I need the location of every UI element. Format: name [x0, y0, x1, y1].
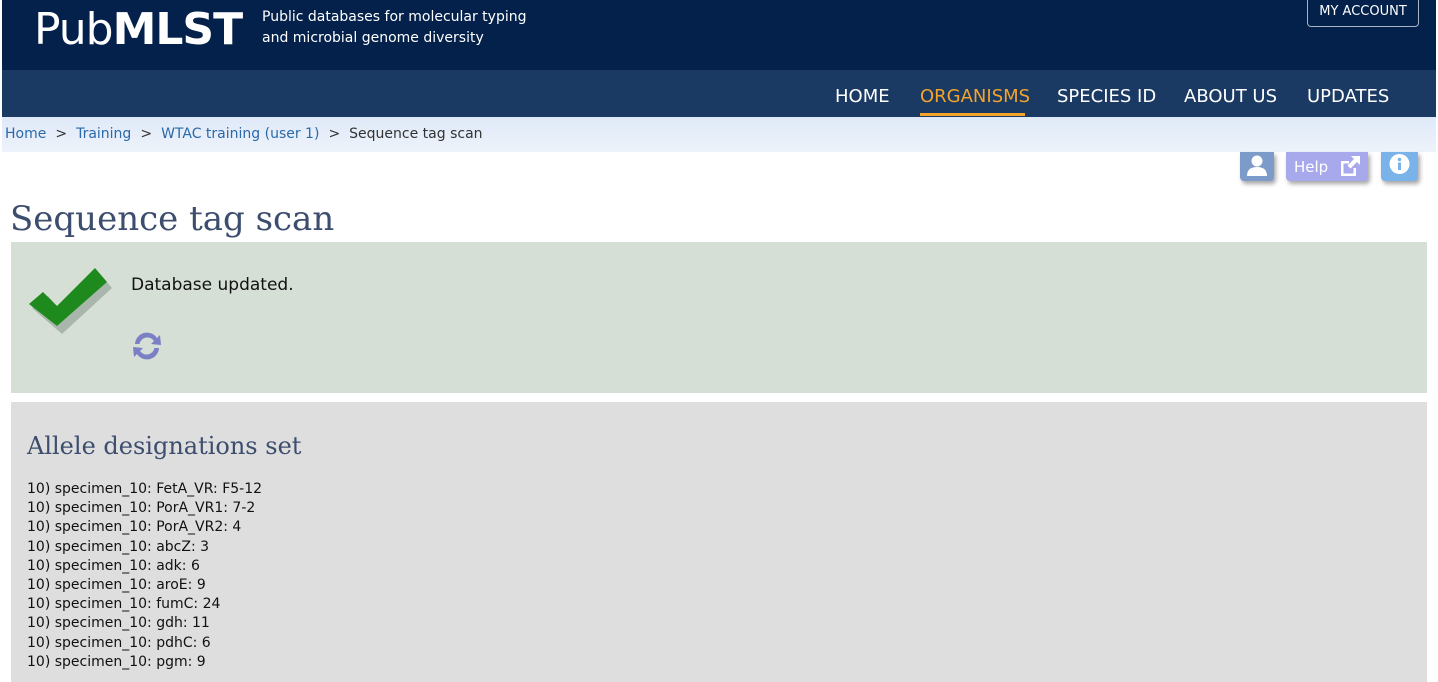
user-menu-button[interactable] — [1240, 152, 1274, 181]
list-item: 10) specimen_10: aroE: 9 — [27, 577, 206, 594]
logo-text-pub: Pub — [34, 4, 114, 55]
status-message: Database updated. — [131, 275, 294, 295]
nav-organisms[interactable]: ORGANISMS — [920, 86, 1030, 107]
breadcrumb: Home > Training > WTAC training (user 1) > Seq… — [5, 126, 483, 142]
tagline-line-1: Public databases for molecular typing — [262, 9, 527, 25]
designation-list: 10) specimen_10: FetA_VR: F5-12 10) spec… — [27, 480, 262, 672]
list-item: 10) specimen_10: fumC: 24 — [27, 596, 221, 613]
site-header: PubMLST Public databases for molecular t… — [2, 0, 1436, 70]
breadcrumb-separator: > — [55, 126, 68, 142]
pubmlst-logo[interactable]: PubMLST — [34, 4, 244, 55]
list-item: 10) specimen_10: gdh: 11 — [27, 615, 210, 632]
nav-species-id[interactable]: SPECIES ID — [1057, 86, 1156, 107]
list-item: 10) specimen_10: FetA_VR: F5-12 — [27, 481, 263, 497]
breadcrumb-home[interactable]: Home — [5, 126, 46, 142]
help-button[interactable]: Help — [1286, 152, 1368, 181]
breadcrumb-separator: > — [140, 126, 153, 142]
refresh-icon[interactable] — [129, 328, 165, 364]
nav-active-indicator — [920, 113, 1025, 116]
user-icon — [1247, 155, 1267, 176]
list-item: 10) specimen_10: PorA_VR1: 7-2 — [27, 500, 256, 517]
page-title: Sequence tag scan — [10, 198, 335, 239]
help-label: Help — [1294, 158, 1329, 176]
external-link-icon — [1341, 156, 1360, 176]
tagline-line-2: and microbial genome diversity — [262, 30, 484, 46]
list-item: 10) specimen_10: pgm: 9 — [27, 653, 206, 670]
section-title: Allele designations set — [27, 432, 302, 460]
status-box: Database updated. — [11, 242, 1427, 393]
logo-text-mlst: MLST — [112, 4, 244, 55]
info-button[interactable] — [1381, 152, 1418, 181]
list-item: 10) specimen_10: abcZ: 3 — [27, 538, 210, 555]
breadcrumb-bar: Home > Training > WTAC training (user 1) > Seq… — [2, 117, 1436, 152]
checkmark-icon — [29, 268, 112, 334]
info-icon — [1389, 154, 1410, 174]
main-nav: HOME ORGANISMS SPECIES ID ABOUT US UPDAT… — [2, 70, 1436, 117]
site-tagline: Public databases for molecular typing an… — [262, 7, 527, 49]
breadcrumb-separator: > — [328, 126, 341, 142]
my-account-button[interactable]: MY ACCOUNT — [1307, 0, 1419, 27]
nav-updates[interactable]: UPDATES — [1307, 86, 1389, 107]
nav-home[interactable]: HOME — [835, 86, 890, 107]
nav-about-us[interactable]: ABOUT US — [1184, 86, 1277, 107]
allele-designations-section: Allele designations set 10) specimen_10:… — [11, 402, 1427, 682]
breadcrumb-training[interactable]: Training — [76, 126, 131, 142]
list-item: 10) specimen_10: adk: 6 — [27, 557, 200, 574]
list-item: 10) specimen_10: pdhC: 6 — [27, 634, 211, 651]
list-item: 10) specimen_10: PorA_VR2: 4 — [27, 519, 242, 536]
breadcrumb-current: Sequence tag scan — [349, 126, 483, 142]
breadcrumb-wtac-training[interactable]: WTAC training (user 1) — [161, 126, 319, 142]
